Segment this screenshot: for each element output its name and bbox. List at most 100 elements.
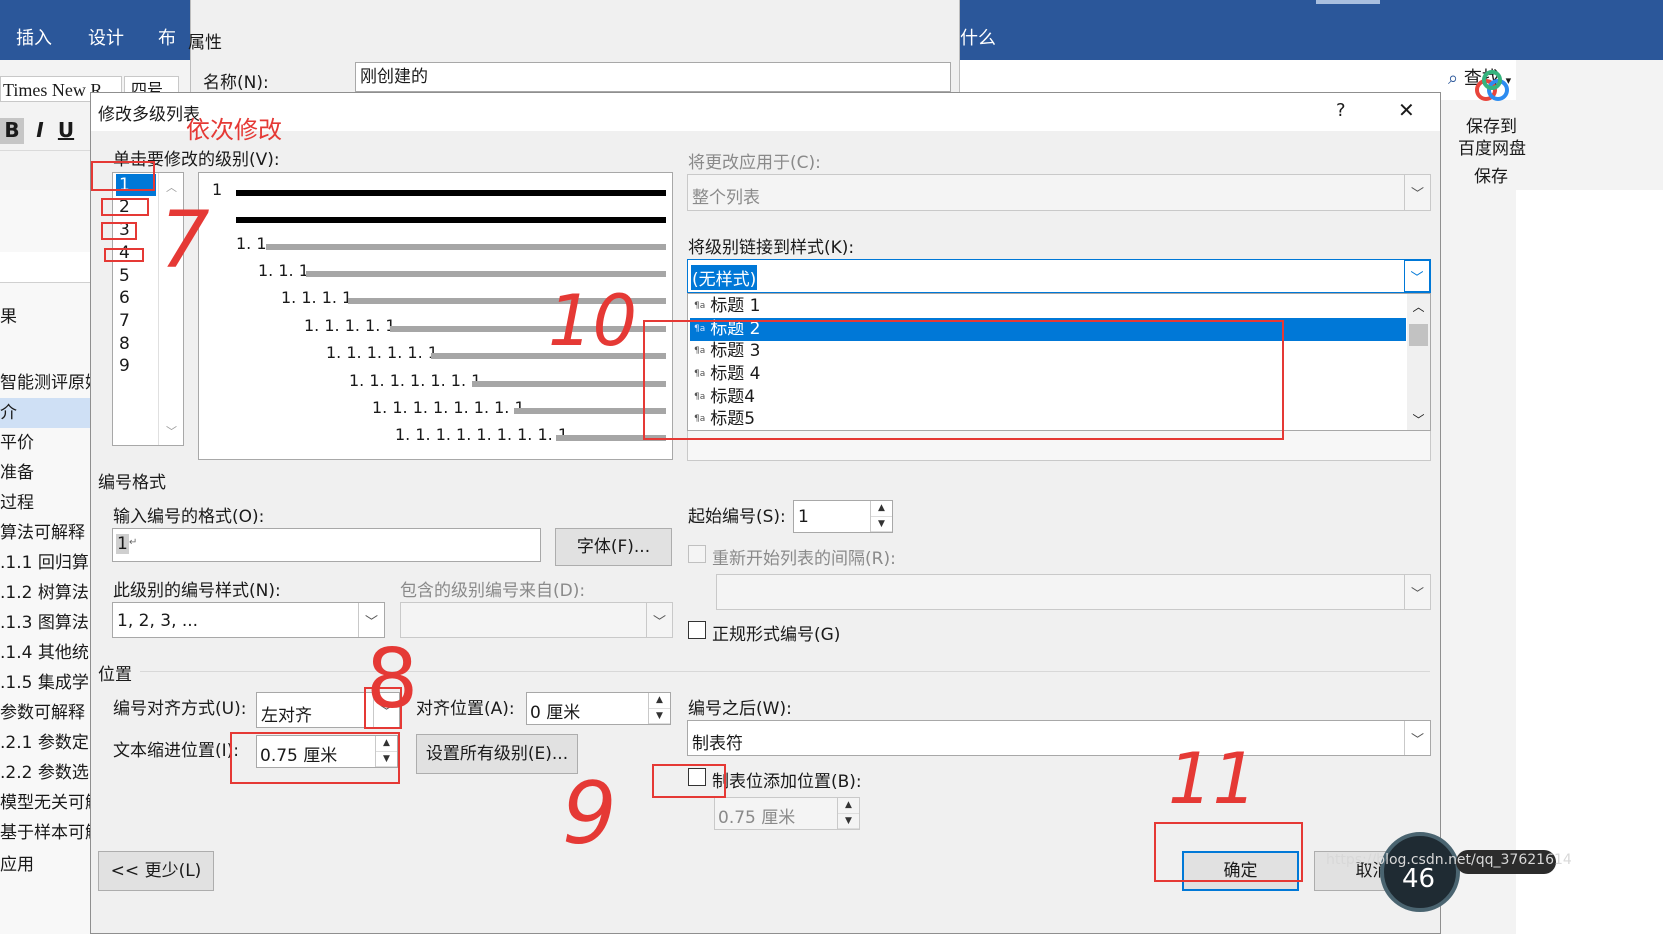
preview-number: 1. 1. 1 (258, 261, 309, 280)
format-field-number: 1 (116, 534, 129, 554)
baidu-cloud-icon[interactable] (1470, 66, 1514, 106)
nav-item[interactable]: 准备 (0, 458, 96, 488)
dialog-title: 修改多级列表 (98, 105, 200, 125)
follow-number-label: 编号之后(W): (688, 699, 792, 719)
spinner-arrows[interactable]: ▲ ▼ (870, 501, 892, 532)
preview-number: 1. 1. 1. 1. 1 (304, 316, 396, 335)
nav-item[interactable]: .1.4 其他统 (0, 638, 96, 668)
nav-item[interactable]: .1.2 树算法 (0, 578, 96, 608)
spin-up-icon: ▲ (871, 501, 892, 517)
aligned-at-value: 0 厘米 (530, 703, 581, 723)
nav-item[interactable]: 应用 (0, 850, 96, 880)
tab-insert[interactable]: 插入 (16, 24, 52, 50)
number-format-section: 编号格式 (98, 473, 166, 493)
nav-item[interactable]: .2.2 参数选 (0, 758, 96, 788)
level-item-9[interactable]: 9 (116, 355, 156, 377)
legal-numbering-checkbox[interactable] (688, 621, 706, 639)
nav-item[interactable]: 平价 (0, 428, 96, 458)
annotation-box-tab-stop (652, 764, 726, 798)
scroll-down-icon: ﹀ (166, 425, 177, 438)
preview-line-bold (236, 190, 666, 196)
level-item-7[interactable]: 7 (116, 310, 156, 332)
underline-button[interactable]: U (54, 118, 78, 144)
help-button[interactable]: ? (1336, 100, 1346, 121)
nav-item[interactable]: .2.1 参数定 (0, 728, 96, 758)
chevron-down-icon: ﹀ (1404, 721, 1430, 755)
spinner-arrows[interactable]: ▲ ▼ (648, 693, 670, 724)
nav-item[interactable]: .1.5 集成学 (0, 668, 96, 698)
style-name-input[interactable]: 刚创建的 (355, 62, 951, 92)
chevron-down-icon: ﹀ (1404, 575, 1430, 609)
preview-number: 1. 1. 1. 1 (281, 288, 353, 307)
level-item-6[interactable]: 6 (116, 287, 156, 309)
restart-checkbox[interactable] (688, 545, 706, 563)
watermark: https://blog.csdn.net/qq_37621614 (1326, 852, 1572, 868)
baidu-label-2[interactable]: 百度网盘 (1458, 134, 1526, 159)
apply-to-value: 整个列表 (692, 188, 760, 208)
preview-number: 1. 1. 1. 1. 1. 1 (326, 343, 438, 362)
section-divider (140, 671, 1430, 672)
nav-item-selected[interactable]: 介 (0, 398, 96, 428)
annotation-box-level-1 (91, 161, 155, 191)
set-all-levels-button[interactable]: 设置所有级别(E)... (416, 734, 578, 774)
annotation-11: 11 (1168, 738, 1258, 820)
speed-widget[interactable]: 46 (1380, 832, 1460, 912)
include-level-combo[interactable]: ﹀ (400, 602, 673, 638)
link-style-combo[interactable]: (无样式) ﹀ (687, 259, 1431, 293)
dialog-title-bar (91, 93, 1440, 131)
nav-item[interactable]: 过程 (0, 488, 96, 518)
aligned-at-label: 对齐位置(A): (416, 699, 515, 719)
nav-search-box[interactable] (0, 252, 96, 283)
text-indent-label: 文本缩进位置(I): (113, 741, 240, 761)
tab-stop-spinner[interactable]: 0.75 厘米 ▲ ▼ (714, 797, 860, 830)
less-button[interactable]: << 更少(L) (98, 851, 214, 891)
nav-item[interactable]: .1.3 图算法 (0, 608, 96, 638)
style-option[interactable]: ¶a 标题 1 (690, 295, 1406, 318)
start-at-spinner[interactable]: 1 ▲ ▼ (793, 500, 893, 533)
annotation-8: 8 (366, 632, 419, 727)
number-style-label: 此级别的编号样式(N): (113, 581, 281, 601)
aligned-at-spinner[interactable]: 0 厘米 ▲ ▼ (526, 692, 671, 725)
title-bar-indicator (1316, 0, 1380, 4)
apply-to-combo[interactable]: 整个列表 ﹀ (687, 174, 1431, 211)
tell-me-box[interactable]: 什么 (960, 24, 996, 50)
follow-number-combo[interactable]: 制表符 ﹀ (687, 720, 1431, 756)
position-section: 位置 (98, 665, 132, 685)
search-icon: ⌕ (1448, 68, 1459, 89)
restart-label: 重新开始列表的间隔(R): (712, 549, 896, 569)
close-icon[interactable]: ✕ (1398, 98, 1415, 122)
restart-combo[interactable]: ﹀ (716, 574, 1431, 610)
number-style-combo[interactable]: 1, 2, 3, ... ﹀ (112, 602, 385, 638)
tab-design[interactable]: 设计 (88, 24, 124, 50)
spinner-arrows[interactable]: ▲ ▼ (837, 798, 859, 829)
annotation-box-style-list (643, 320, 1284, 440)
scroll-up-icon: ︿ (1412, 300, 1425, 314)
italic-button[interactable]: I (28, 118, 52, 144)
number-format-input[interactable]: 1 ↵ (112, 528, 541, 562)
preview-number: 1. 1. 1. 1. 1. 1. 1. 1 (372, 398, 525, 417)
level-item-8[interactable]: 8 (116, 333, 156, 355)
scroll-thumb[interactable] (1409, 324, 1428, 346)
level-item-5[interactable]: 5 (116, 265, 156, 287)
right-document-area (1516, 190, 1663, 934)
nav-item[interactable]: 算法可解释 (0, 518, 96, 548)
style-list-scrollbar[interactable]: ︿ ﹀ (1407, 294, 1430, 430)
tab-layout[interactable]: 布 (158, 24, 176, 50)
nav-item[interactable]: 智能测评原始 (0, 368, 96, 398)
bold-button[interactable]: B (0, 118, 24, 144)
scroll-down-icon: ﹀ (1412, 413, 1425, 427)
nav-item[interactable]: .1.1 回归算 (0, 548, 96, 578)
baidu-group (1516, 60, 1663, 190)
tab-stop-label: 制表位添加位置(B): (712, 772, 862, 792)
link-style-value: (无样式) (691, 265, 758, 290)
nav-item[interactable]: 参数可解释 (0, 698, 96, 728)
nav-item[interactable]: 基于样本可解 (0, 818, 96, 848)
nav-item[interactable]: 模型无关可解 (0, 788, 96, 818)
annotation-box-ok (1154, 822, 1303, 882)
baidu-group-label: 保存 (1474, 167, 1508, 187)
spin-down-icon: ▼ (838, 814, 859, 829)
spin-down-icon: ▼ (649, 709, 670, 724)
font-button[interactable]: 字体(F)... (555, 528, 672, 566)
follow-number-value: 制表符 (692, 734, 743, 754)
nav-item[interactable]: 果 (0, 302, 96, 332)
